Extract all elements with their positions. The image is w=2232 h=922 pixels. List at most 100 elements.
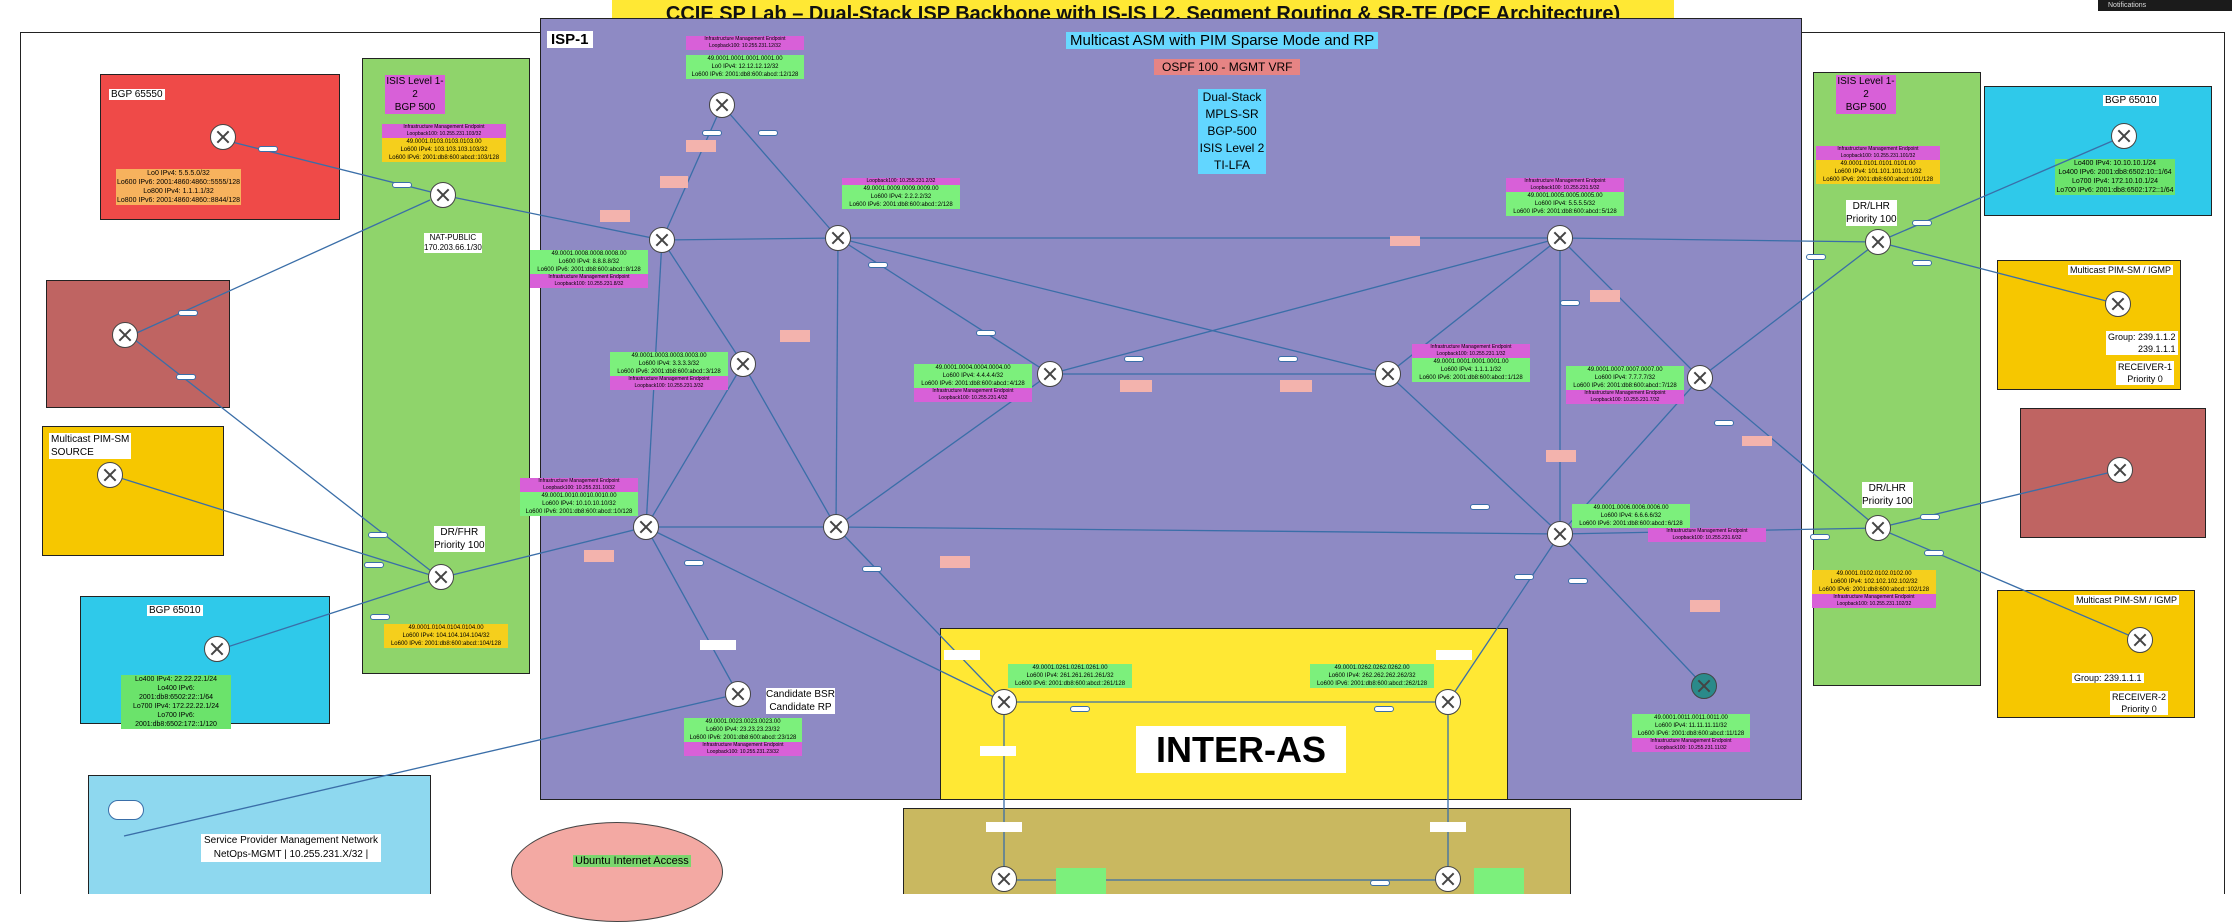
node-label-n3: 49.0001.0003.0003.0003.00 Lo600 IPv4: 3.… xyxy=(610,352,728,390)
router-icon[interactable] xyxy=(204,636,230,662)
interface-pill xyxy=(1920,514,1940,520)
interface-pill xyxy=(1560,300,1580,306)
isis-net: 49.0001.0011.0011.0011.00 xyxy=(1654,715,1728,721)
ipv6-loopback: Lo600 IPv6: 2001:db8:600:abcd::10/128 xyxy=(525,509,633,515)
router-icon[interactable] xyxy=(2105,291,2131,317)
node-label-n5: Infrastructure Management Endpoint Loopb… xyxy=(1506,178,1624,216)
loopback-mgmt: Loopback100: 10.255.231.7/32 xyxy=(1566,397,1684,404)
ipv6-loopback: Lo600 IPv6: 2001:db8:600:abcd::101/128 xyxy=(1822,177,1934,183)
dr-fhr-label: DR/FHR Priority 100 xyxy=(434,526,485,552)
router-icon[interactable] xyxy=(1435,689,1461,715)
loopback-mgmt: Loopback100: 10.255.231.11/32 xyxy=(1632,745,1750,752)
node-label-n10: Infrastructure Management Endpoint Loopb… xyxy=(520,478,638,516)
lower-node-label xyxy=(1474,868,1524,894)
router-icon[interactable] xyxy=(825,225,851,251)
label-line: Priority 100 xyxy=(434,540,485,551)
interface-pill xyxy=(1810,534,1830,540)
endpoint-title: Infrastructure Management Endpoint xyxy=(382,124,506,131)
link xyxy=(645,526,739,695)
loopback-mgmt: Loopback100: 10.255.231.23/32 xyxy=(684,749,802,756)
nat-public-label: NAT-PUBLIC 170.203.66.1/30 xyxy=(424,233,482,253)
router-icon[interactable] xyxy=(430,182,456,208)
link-address-tag xyxy=(700,640,736,650)
interface-pill xyxy=(392,182,412,188)
link-address-tag xyxy=(780,330,810,342)
router-icon[interactable] xyxy=(1435,866,1461,892)
node-label-n8: 49.0001.0008.0008.0008.00 Lo600 IPv4: 8.… xyxy=(530,250,648,288)
endpoint-title: Infrastructure Management Endpoint xyxy=(686,36,804,43)
router-icon[interactable] xyxy=(991,866,1017,892)
isis-net: 49.0001.0262.0262.0262.00 xyxy=(1334,665,1410,671)
interface-pill xyxy=(1714,420,1734,426)
ipv4-loopback: Lo600 IPv4: 262.262.262.262/32 xyxy=(1328,673,1416,679)
link-address-tag xyxy=(1390,236,1420,246)
isis-net: 49.0001.0003.0003.0003.00 xyxy=(631,353,707,359)
node-label-n9: Loopback100: 10.255.231.2/32 49.0001.000… xyxy=(842,178,960,209)
router-icon[interactable] xyxy=(991,689,1017,715)
link xyxy=(835,526,1561,535)
loopback-mgmt: Loopback100: 10.255.231.102/32 xyxy=(1812,601,1936,608)
link xyxy=(661,237,839,241)
interface-pill xyxy=(1070,706,1090,712)
ipv6-loopback: Lo600 IPv6: 2001:db8:600:abcd::1/128 xyxy=(1419,375,1523,381)
link xyxy=(129,335,441,579)
router-icon[interactable] xyxy=(633,514,659,540)
node-label-n262: 49.0001.0262.0262.0262.00 Lo600 IPv4: 26… xyxy=(1310,664,1434,688)
loopback-mgmt: Loopback100: 10.255.231.1/32 xyxy=(1412,351,1530,358)
router-icon[interactable] xyxy=(730,351,756,377)
loopback-mgmt: Loopback100: 10.255.231.2/32 xyxy=(842,178,960,185)
router-icon[interactable] xyxy=(1375,361,1401,387)
router-icon[interactable] xyxy=(210,124,236,150)
router-icon[interactable] xyxy=(1865,515,1891,541)
router-icon[interactable] xyxy=(2107,457,2133,483)
endpoint-title: Infrastructure Management Endpoint xyxy=(1632,738,1750,745)
router-icon[interactable] xyxy=(1865,229,1891,255)
node-label-n6: 49.0001.0006.0006.0006.00 Lo600 IPv4: 6.… xyxy=(1572,504,1766,542)
link xyxy=(835,237,839,528)
interface-pill xyxy=(1806,254,1826,260)
router-icon[interactable] xyxy=(1687,365,1713,391)
interface-pill xyxy=(976,330,996,336)
endpoint-title: Infrastructure Management Endpoint xyxy=(610,376,728,383)
router-icon[interactable] xyxy=(112,322,138,348)
link-address-tag xyxy=(1280,380,1312,392)
cloud-icon xyxy=(108,800,144,820)
router-icon[interactable] xyxy=(649,227,675,253)
link-address-tag xyxy=(980,746,1016,756)
link xyxy=(721,104,839,239)
loopback-mgmt: Loopback100: 10.255.231.3/32 xyxy=(610,383,728,390)
dr-lhr-top-label: DR/LHR Priority 100 xyxy=(1846,200,1897,226)
label-line: Candidate BSR xyxy=(766,689,835,700)
router-icon[interactable] xyxy=(1547,521,1573,547)
isis-net: 49.0001.0010.0010.0010.00 xyxy=(541,493,617,499)
router-icon[interactable] xyxy=(2111,123,2137,149)
interface-pill xyxy=(1124,356,1144,362)
router-icon[interactable] xyxy=(1037,361,1063,387)
router-icon[interactable] xyxy=(1547,225,1573,251)
node-label-n1: Infrastructure Management Endpoint Loopb… xyxy=(686,36,804,79)
router-icon[interactable] xyxy=(428,564,454,590)
ipv4-loopback: Lo600 IPv4: 5.5.5.5/32 xyxy=(1534,201,1596,207)
link-address-tag xyxy=(1120,380,1152,392)
candidate-bsr-rp-label: Candidate BSR Candidate RP xyxy=(766,688,835,714)
ipv4-loopback: Lo600 IPv4: 101.101.101.101/32 xyxy=(1834,169,1922,175)
ipv4-loopback: Lo600 IPv4: 104.104.104.104/32 xyxy=(402,633,490,639)
router-icon[interactable] xyxy=(709,92,735,118)
link-address-tag xyxy=(600,210,630,222)
router-icon[interactable] xyxy=(97,462,123,488)
router-icon[interactable] xyxy=(2127,627,2153,653)
router-icon[interactable] xyxy=(725,681,751,707)
interface-pill xyxy=(1568,578,1588,584)
label-line: DR/LHR xyxy=(1852,201,1890,212)
interface-pill xyxy=(1370,880,1390,886)
node-label-n1b: Infrastructure Management Endpoint Loopb… xyxy=(1412,344,1530,382)
endpoint-title: Infrastructure Management Endpoint xyxy=(530,274,648,281)
isis-net: 49.0001.0102.0102.0102.00 xyxy=(1836,571,1912,577)
interface-pill xyxy=(1912,260,1932,266)
node-label-n102: 49.0001.0102.0102.0102.00 Lo600 IPv4: 10… xyxy=(1812,570,1936,608)
router-icon[interactable] xyxy=(1691,673,1717,699)
loopback-mgmt: Loopback100: 10.255.231.6/32 xyxy=(1648,535,1766,542)
router-icon[interactable] xyxy=(823,514,849,540)
node-label-n23: 49.0001.0023.0023.0023.00 Lo600 IPv4: 23… xyxy=(684,718,802,756)
interface-pill xyxy=(684,560,704,566)
